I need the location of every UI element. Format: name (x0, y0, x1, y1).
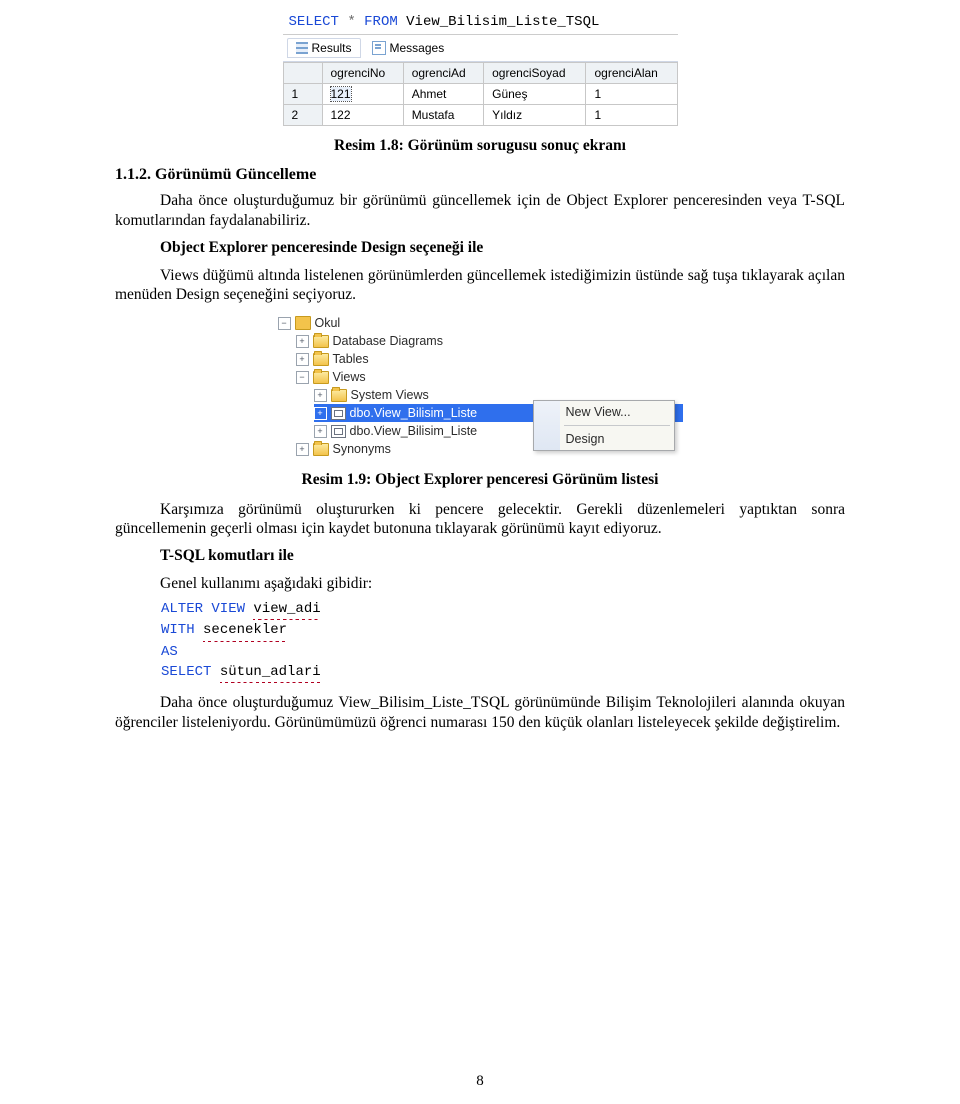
cell: 1 (586, 105, 677, 126)
tab-results[interactable]: Results (287, 38, 361, 58)
node-label: dbo.View_Bilisim_Liste (350, 404, 478, 422)
object-explorer-screenshot: − Okul + Database Diagrams + Tables − Vi… (278, 312, 683, 460)
context-menu: New View... Design (533, 400, 675, 451)
expand-icon[interactable]: + (314, 407, 327, 420)
folder-icon (313, 443, 329, 456)
expand-icon[interactable]: + (314, 389, 327, 402)
tree-node-diagrams[interactable]: + Database Diagrams (296, 332, 683, 350)
cell: 122 (322, 105, 403, 126)
results-grid: ogrenciNo ogrenciAd ogrenciSoyad ogrenci… (283, 62, 678, 126)
view-icon (331, 407, 346, 420)
section-heading: 1.1.2. Görünümü Güncelleme (115, 165, 845, 185)
node-label: Views (333, 368, 366, 386)
expand-icon[interactable]: + (296, 443, 309, 456)
figure-caption-2: Resim 1.9: Object Explorer penceresi Gör… (115, 470, 845, 489)
tree-node-views[interactable]: − Views (296, 368, 683, 386)
paragraph: Views düğümü altında listelenen görünüml… (115, 266, 845, 305)
messages-icon (372, 41, 386, 55)
sql-query: SELECT * FROM View_Bilisim_Liste_TSQL (283, 10, 678, 35)
db-label: Okul (315, 314, 341, 332)
paragraph: Daha önce oluşturduğumuz View_Bilisim_Li… (115, 693, 845, 732)
node-label: Synonyms (333, 440, 391, 458)
code-line: AS (161, 642, 845, 662)
sub-heading: Object Explorer penceresinde Design seçe… (115, 238, 845, 257)
collapse-icon[interactable]: − (278, 317, 291, 330)
grid-corner (283, 63, 322, 84)
node-label: Database Diagrams (333, 332, 443, 350)
col-ogrenciad: ogrenciAd (403, 63, 483, 84)
cell: Yıldız (484, 105, 586, 126)
selected-cell[interactable]: 121 (331, 87, 351, 101)
code-block-alter-view: ALTER VIEW view_adi WITH secenekler AS S… (161, 599, 845, 683)
row-number: 2 (283, 105, 322, 126)
sql-keyword-from: FROM (364, 14, 398, 30)
grid-icon (296, 42, 308, 54)
col-ogrencisoyad: ogrenciSoyad (484, 63, 586, 84)
menu-separator (564, 425, 670, 426)
folder-icon (313, 353, 329, 366)
folder-icon (331, 389, 347, 402)
expand-icon[interactable]: + (296, 353, 309, 366)
expand-icon[interactable]: + (296, 335, 309, 348)
node-label: dbo.View_Bilisim_Liste (350, 422, 478, 440)
col-ogrencino: ogrenciNo (322, 63, 403, 84)
grid-row[interactable]: 2 122 Mustafa Yıldız 1 (283, 105, 677, 126)
placeholder-columns: sütun_adlari (220, 662, 321, 683)
tab-messages-label: Messages (390, 41, 445, 55)
sql-view-name: View_Bilisim_Liste_TSQL (406, 14, 599, 30)
cell: Mustafa (403, 105, 483, 126)
cell: Ahmet (403, 84, 483, 105)
paragraph: Genel kullanımı aşağıdaki gibidir: (115, 574, 845, 593)
tab-results-label: Results (312, 41, 352, 55)
tree-node-db[interactable]: − Okul (278, 314, 683, 332)
code-line: WITH secenekler (161, 620, 845, 641)
collapse-icon[interactable]: − (296, 371, 309, 384)
kw-as: AS (161, 644, 178, 660)
col-ogrencialan: ogrenciAlan (586, 63, 677, 84)
node-label: System Views (351, 386, 429, 404)
row-number: 1 (283, 84, 322, 105)
grid-row[interactable]: 1 121 Ahmet Güneş 1 (283, 84, 677, 105)
paragraph: Karşımıza görünümü oluştururken ki pence… (115, 500, 845, 539)
tree-node-tables[interactable]: + Tables (296, 350, 683, 368)
grid-header-row: ogrenciNo ogrenciAd ogrenciSoyad ogrenci… (283, 63, 677, 84)
placeholder-options: secenekler (203, 620, 287, 641)
menu-item-design[interactable]: Design (534, 428, 674, 450)
cell: 1 (586, 84, 677, 105)
menu-item-new-view[interactable]: New View... (534, 401, 674, 423)
kw-select: SELECT (161, 664, 211, 680)
kw-alter-view: ALTER VIEW (161, 601, 245, 617)
code-line: SELECT sütun_adlari (161, 662, 845, 683)
view-icon (331, 425, 346, 438)
cell: Güneş (484, 84, 586, 105)
sub-heading: T-SQL komutları ile (115, 546, 845, 565)
database-icon (295, 316, 311, 330)
sql-keyword-select: SELECT (289, 14, 339, 30)
sql-star: * (347, 14, 355, 30)
folder-icon (313, 371, 329, 384)
page-number: 8 (0, 1073, 960, 1090)
expand-icon[interactable]: + (314, 425, 327, 438)
result-tabs: Results Messages (283, 35, 678, 62)
node-label: Tables (333, 350, 369, 368)
paragraph: Daha önce oluşturduğumuz bir görünümü gü… (115, 191, 845, 230)
folder-icon (313, 335, 329, 348)
code-line: ALTER VIEW view_adi (161, 599, 845, 620)
kw-with: WITH (161, 622, 195, 638)
figure-caption-1: Resim 1.8: Görünüm sorugusu sonuç ekranı (115, 136, 845, 155)
placeholder-view-name: view_adi (253, 599, 320, 620)
tab-messages[interactable]: Messages (363, 38, 454, 58)
cell: 121 (322, 84, 403, 105)
sql-results-screenshot: SELECT * FROM View_Bilisim_Liste_TSQL Re… (283, 10, 678, 126)
